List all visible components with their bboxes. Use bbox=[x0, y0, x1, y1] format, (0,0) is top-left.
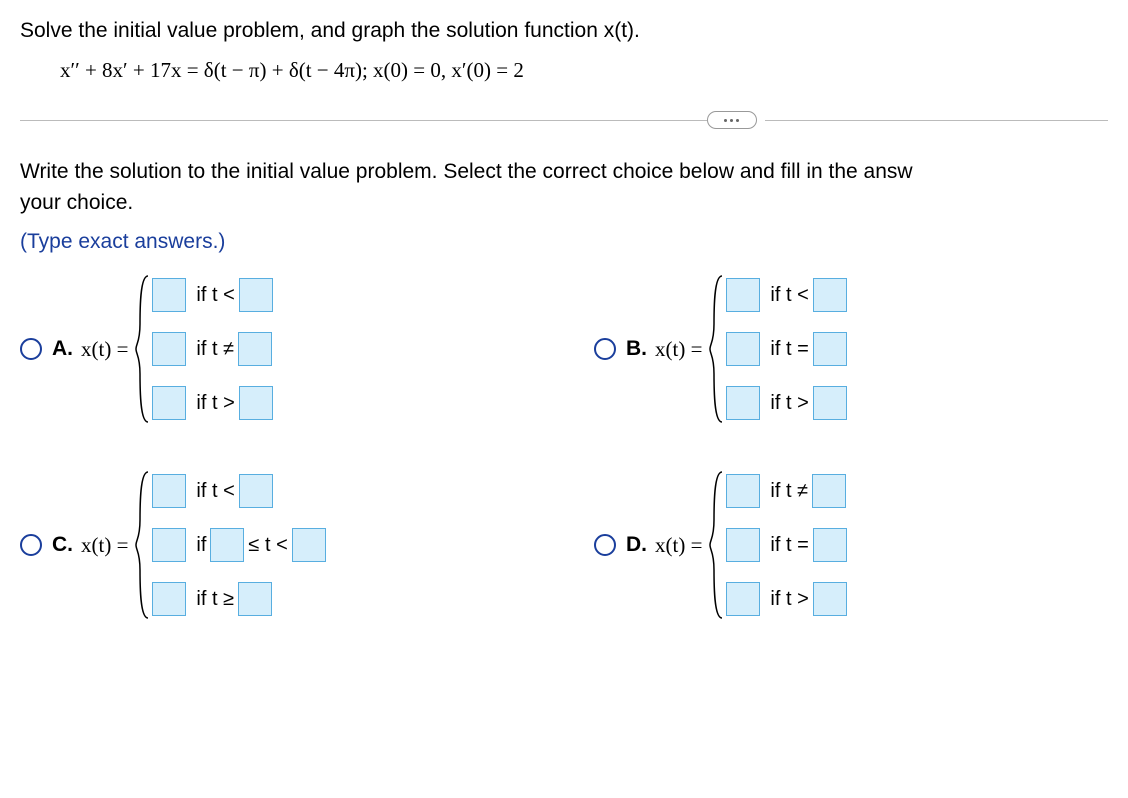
choice-d-case3-bound[interactable] bbox=[813, 582, 847, 616]
choice-a-case1-bound[interactable] bbox=[239, 278, 273, 312]
choice-b-case3-bound[interactable] bbox=[813, 386, 847, 420]
choice-d-row: D. x(t) = if t ≠ if t = if t > bbox=[594, 468, 1108, 622]
choice-d-lhs: x(t) = bbox=[655, 533, 702, 558]
problem-equation: x′′ + 8x′ + 17x = δ(t − π) + δ(t − 4π); … bbox=[60, 58, 1108, 83]
choice-c-case3-bound[interactable] bbox=[238, 582, 272, 616]
choice-d-case3-cond: if t > bbox=[770, 588, 808, 611]
choice-a-lhs: x(t) = bbox=[81, 337, 128, 362]
choice-d-case2-bound[interactable] bbox=[813, 528, 847, 562]
question-text-line1: Write the solution to the initial value … bbox=[20, 157, 1108, 187]
choice-b-row: B. x(t) = if t < if t = if t > bbox=[594, 272, 1108, 426]
choice-c-label: C. bbox=[52, 533, 73, 557]
brace-icon bbox=[708, 470, 726, 620]
choice-a-case3-value[interactable] bbox=[152, 386, 186, 420]
choice-c-case1-bound[interactable] bbox=[239, 474, 273, 508]
choice-b-case1-bound[interactable] bbox=[813, 278, 847, 312]
choice-c-case3-cond: if t ≥ bbox=[196, 588, 234, 611]
choice-d-case3-value[interactable] bbox=[726, 582, 760, 616]
choice-b-case1-value[interactable] bbox=[726, 278, 760, 312]
choice-d-case1-bound[interactable] bbox=[812, 474, 846, 508]
choice-d-case1-cond: if t ≠ bbox=[770, 480, 808, 503]
radio-c[interactable] bbox=[20, 534, 42, 556]
choice-b-case1-cond: if t < bbox=[770, 284, 808, 307]
brace-icon bbox=[134, 470, 152, 620]
choice-c-case2-value[interactable] bbox=[152, 528, 186, 562]
choice-c-case2-between: ≤ t < bbox=[248, 534, 287, 557]
radio-b[interactable] bbox=[594, 338, 616, 360]
choice-a-case3-cond: if t > bbox=[196, 392, 234, 415]
choice-d-case2-cond: if t = bbox=[770, 534, 808, 557]
choice-d-case1-value[interactable] bbox=[726, 474, 760, 508]
radio-a[interactable] bbox=[20, 338, 42, 360]
hint-text: (Type exact answers.) bbox=[20, 230, 1108, 254]
choice-b-lhs: x(t) = bbox=[655, 337, 702, 362]
choice-a-row: A. x(t) = if t < if t ≠ if t > bbox=[20, 272, 534, 426]
choice-a-case3-bound[interactable] bbox=[239, 386, 273, 420]
choice-b-case3-value[interactable] bbox=[726, 386, 760, 420]
choice-d-case2-value[interactable] bbox=[726, 528, 760, 562]
choice-c-case1-value[interactable] bbox=[152, 474, 186, 508]
choice-c-row: C. x(t) = if t < if ≤ t < bbox=[20, 468, 534, 622]
choice-c-lhs: x(t) = bbox=[81, 533, 128, 558]
choice-a-case1-value[interactable] bbox=[152, 278, 186, 312]
choice-c-case2-lower[interactable] bbox=[210, 528, 244, 562]
radio-d[interactable] bbox=[594, 534, 616, 556]
choice-a-label: A. bbox=[52, 337, 73, 361]
section-divider bbox=[20, 111, 1108, 129]
question-text-line2: your choice. bbox=[20, 188, 1108, 218]
choice-c-case1-cond: if t < bbox=[196, 480, 234, 503]
problem-statement: Solve the initial value problem, and gra… bbox=[20, 16, 1108, 46]
choice-b-case2-value[interactable] bbox=[726, 332, 760, 366]
choice-c-case3-value[interactable] bbox=[152, 582, 186, 616]
choice-a-case1-cond: if t < bbox=[196, 284, 234, 307]
choice-d-label: D. bbox=[626, 533, 647, 557]
choice-a-case2-cond: if t ≠ bbox=[196, 338, 234, 361]
choice-a-case2-value[interactable] bbox=[152, 332, 186, 366]
expand-dots-button[interactable] bbox=[707, 111, 757, 129]
choice-b-label: B. bbox=[626, 337, 647, 361]
choice-c-case2-cond-pre: if bbox=[196, 534, 206, 557]
brace-icon bbox=[708, 274, 726, 424]
choice-b-case2-bound[interactable] bbox=[813, 332, 847, 366]
brace-icon bbox=[134, 274, 152, 424]
choice-b-case3-cond: if t > bbox=[770, 392, 808, 415]
choice-a-case2-bound[interactable] bbox=[238, 332, 272, 366]
choice-b-case2-cond: if t = bbox=[770, 338, 808, 361]
choice-c-case2-upper[interactable] bbox=[292, 528, 326, 562]
